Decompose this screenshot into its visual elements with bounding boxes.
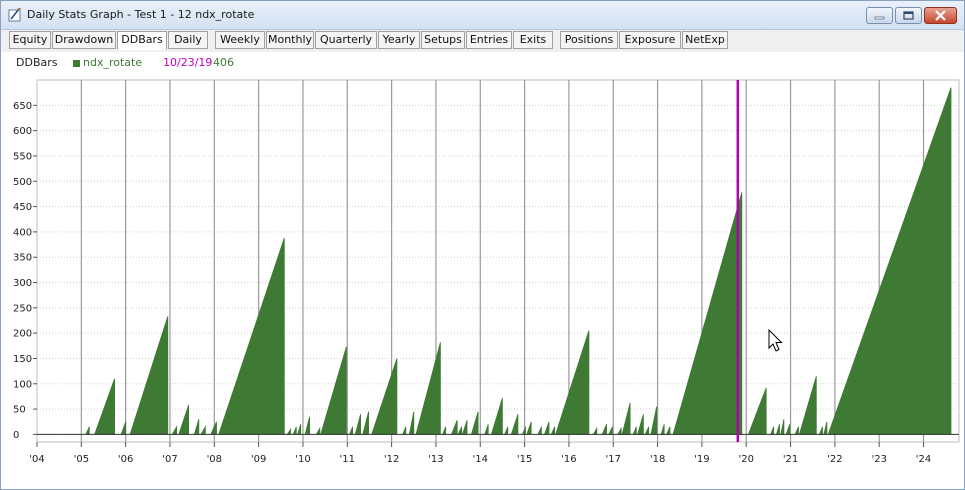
y-tick-label: 650 bbox=[13, 101, 32, 112]
x-tick-label: '15 bbox=[517, 454, 532, 465]
stats-graph-window: Daily Stats Graph - Test 1 - 12 ndx_rota… bbox=[0, 0, 965, 490]
chart-mode-label: DDBars bbox=[16, 56, 58, 69]
tab-exits[interactable]: Exits bbox=[513, 31, 553, 49]
tab-entries[interactable]: Entries bbox=[466, 31, 512, 49]
close-icon bbox=[935, 10, 946, 21]
window-title: Daily Stats Graph - Test 1 - 12 ndx_rota… bbox=[27, 8, 255, 21]
minimize-icon bbox=[874, 16, 885, 20]
x-tick-label: '12 bbox=[384, 454, 399, 465]
cursor-value-readout: 406 bbox=[213, 56, 234, 69]
x-tick-label: '11 bbox=[340, 454, 355, 465]
tab-daily[interactable]: Daily bbox=[168, 31, 208, 49]
maximize-icon bbox=[903, 11, 914, 20]
x-tick-label: '05 bbox=[74, 454, 89, 465]
tab-exposure[interactable]: Exposure bbox=[619, 31, 681, 49]
x-tick-label: '06 bbox=[118, 454, 133, 465]
tab-equity[interactable]: Equity bbox=[9, 31, 51, 49]
cursor-date-readout: 10/23/19 bbox=[163, 56, 213, 69]
tab-setups[interactable]: Setups bbox=[421, 31, 465, 49]
tab-drawdown[interactable]: Drawdown bbox=[52, 31, 116, 49]
series-name: ndx_rotate bbox=[83, 56, 143, 69]
y-tick-label: 600 bbox=[13, 126, 32, 137]
x-tick-label: '13 bbox=[428, 454, 443, 465]
tab-yearly[interactable]: Yearly bbox=[378, 31, 420, 49]
x-tick-label: '24 bbox=[916, 454, 931, 465]
y-tick-label: 100 bbox=[13, 379, 32, 390]
y-tick-label: 200 bbox=[13, 329, 32, 340]
tab-positions[interactable]: Positions bbox=[560, 31, 618, 49]
tab-ddbars[interactable]: DDBars bbox=[117, 31, 167, 50]
series-swatch bbox=[73, 60, 80, 67]
tab-monthly[interactable]: Monthly bbox=[266, 31, 314, 49]
y-tick-label: 150 bbox=[13, 354, 32, 365]
tab-netexp[interactable]: NetExp bbox=[682, 31, 728, 49]
y-tick-label: 50 bbox=[13, 405, 26, 416]
x-tick-label: '17 bbox=[606, 454, 621, 465]
close-button[interactable] bbox=[924, 7, 957, 24]
x-tick-label: '14 bbox=[473, 454, 488, 465]
x-tick-label: '21 bbox=[783, 454, 798, 465]
x-tick-label: '10 bbox=[295, 454, 310, 465]
y-tick-label: 500 bbox=[13, 177, 32, 188]
tab-quarterly[interactable]: Quarterly bbox=[315, 31, 377, 49]
minimize-button[interactable] bbox=[866, 7, 893, 24]
plot-area[interactable]: 0 50 100 150 200 250 300 350 400 450 500 550 600 650 '… bbox=[1, 72, 964, 489]
x-tick-label: '16 bbox=[561, 454, 576, 465]
x-tick-label: '20 bbox=[738, 454, 753, 465]
x-tick-label: '04 bbox=[29, 454, 44, 465]
y-tick-label: 300 bbox=[13, 278, 32, 289]
y-tick-label: 250 bbox=[13, 303, 32, 314]
tab-weekly[interactable]: Weekly bbox=[215, 31, 265, 49]
ddbars-chart[interactable]: 0 50 100 150 200 250 300 350 400 450 500 550 600 650 '… bbox=[1, 72, 964, 489]
x-tick-label: '08 bbox=[207, 454, 222, 465]
y-tick-label: 550 bbox=[13, 151, 32, 162]
title-bar[interactable]: Daily Stats Graph - Test 1 - 12 ndx_rota… bbox=[1, 1, 964, 30]
chart-legend: DDBars ndx_rotate 10/23/19 406 bbox=[1, 52, 964, 72]
y-tick-label: 0 bbox=[13, 430, 19, 441]
graph-pencil-icon bbox=[8, 8, 22, 22]
y-tick-label: 400 bbox=[13, 227, 32, 238]
y-tick-label: 450 bbox=[13, 202, 32, 213]
x-tick-label: '22 bbox=[827, 454, 842, 465]
x-tick-label: '07 bbox=[162, 454, 177, 465]
x-tick-label: '18 bbox=[650, 454, 665, 465]
maximize-button[interactable] bbox=[895, 7, 922, 24]
y-tick-label: 350 bbox=[13, 253, 32, 264]
plot-frame bbox=[36, 79, 960, 443]
x-tick-label: '19 bbox=[694, 454, 709, 465]
x-tick-label: '23 bbox=[871, 454, 886, 465]
x-tick-label: '09 bbox=[251, 454, 266, 465]
